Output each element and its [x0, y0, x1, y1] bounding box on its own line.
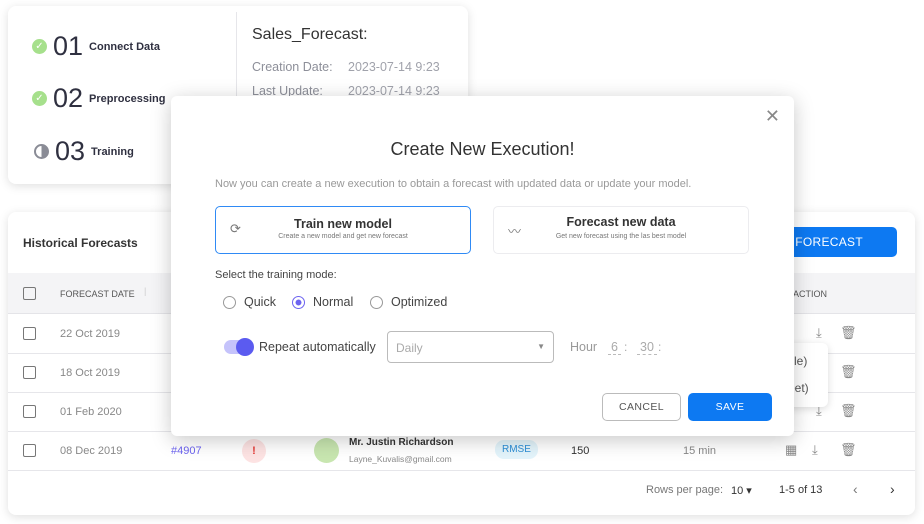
- table-row[interactable]: 08 Dec 2019 #4907 ! Mr. Justin Richardso…: [8, 432, 915, 471]
- hour-input[interactable]: 6: [608, 340, 621, 355]
- user-name: Mr. Justin Richardson: [349, 437, 454, 448]
- check-circle-icon: ✓: [32, 39, 47, 54]
- row-checkbox[interactable]: [23, 405, 36, 418]
- row-date: 08 Dec 2019: [60, 445, 123, 457]
- option-title: Train new model: [294, 217, 392, 231]
- create-execution-modal: ✕ Create New Execution! Now you can crea…: [171, 96, 794, 436]
- metric-badge: RMSE: [495, 440, 538, 459]
- download-icon[interactable]: ⤓: [812, 442, 818, 458]
- row-date: 01 Feb 2020: [60, 406, 122, 418]
- row-checkbox[interactable]: [23, 327, 36, 340]
- project-title: Sales_Forecast:: [252, 26, 368, 43]
- creation-label: Creation Date:: [252, 60, 333, 74]
- prev-page-icon[interactable]: ‹: [853, 481, 858, 497]
- row-date: 22 Oct 2019: [60, 328, 120, 340]
- user-email: Layne_Kuvalis@gmail.com: [349, 454, 452, 464]
- option-title: Forecast new data: [566, 215, 676, 229]
- step-number: 02: [53, 83, 84, 113]
- option-subtitle: Create a new model and get new forecast: [278, 233, 408, 240]
- radio-optimized[interactable]: Optimized: [370, 295, 447, 309]
- trash-icon[interactable]: 🗑: [840, 364, 857, 380]
- step-connect-data: ✓ 01 Connect Data: [32, 31, 160, 62]
- error-icon: !: [242, 439, 266, 463]
- minute-input[interactable]: 30: [637, 340, 657, 355]
- hour-label: Hour: [570, 340, 598, 354]
- repeat-label: Repeat automatically: [259, 340, 376, 354]
- radio-quick[interactable]: Quick: [223, 295, 276, 309]
- check-circle-icon: ✓: [32, 91, 47, 106]
- row-duration: 15 min: [683, 445, 717, 457]
- save-button[interactable]: SAVE: [688, 393, 772, 421]
- cancel-button[interactable]: CANCEL: [602, 393, 681, 421]
- step-number: 01: [53, 31, 84, 61]
- radio-normal[interactable]: Normal: [292, 295, 353, 309]
- step-training: 03 Training: [34, 136, 134, 167]
- rows-per-page-select[interactable]: 10 ▾: [731, 484, 752, 497]
- step-label: Preprocessing: [89, 92, 166, 105]
- training-mode-label: Select the training mode:: [215, 269, 337, 281]
- creation-date: Creation Date: 2023-07-14 9:23: [252, 60, 440, 74]
- col-forecast-date[interactable]: FORECAST DATE: [60, 289, 135, 299]
- rows-per-page-value: 10: [731, 485, 744, 497]
- step-label: Connect Data: [89, 40, 160, 53]
- row-checkbox[interactable]: [23, 366, 36, 379]
- avatar: [314, 438, 339, 463]
- rows-per-page-label: Rows per page:: [646, 484, 724, 496]
- caret-down-icon: ▼: [537, 342, 545, 351]
- step-preprocessing: ✓ 02 Preprocessing: [32, 83, 165, 114]
- download-icon[interactable]: ⤓: [816, 325, 822, 341]
- radio-label: Normal: [313, 295, 354, 309]
- creation-value: 2023-07-14 9:23: [348, 60, 440, 74]
- trash-icon[interactable]: 🗑: [840, 442, 857, 458]
- table-title: Historical Forecasts: [23, 236, 138, 250]
- modal-description: Now you can create a new execution to ob…: [215, 178, 692, 190]
- row-checkbox[interactable]: [23, 444, 36, 457]
- trash-icon[interactable]: 🗑: [840, 403, 857, 419]
- frequency-value: Daily: [396, 341, 423, 355]
- row-id-link[interactable]: #4907: [171, 445, 202, 457]
- forecast-new-data-option[interactable]: 〰 Forecast new data Get new forecast using…: [493, 206, 749, 254]
- modal-title: Create New Execution!: [390, 139, 575, 159]
- train-new-model-option[interactable]: ⟳ Train new model Create a new model and g…: [215, 206, 471, 254]
- next-page-icon[interactable]: ›: [890, 481, 895, 497]
- step-label: Training: [91, 145, 134, 158]
- radio-checked-icon: [292, 295, 305, 309]
- chart-icon[interactable]: ▦: [785, 442, 797, 458]
- option-subtitle: Get new forecast using the las best mode…: [555, 233, 687, 240]
- col-action: ACTION: [793, 289, 828, 299]
- step-number: 03: [55, 136, 86, 166]
- radio-icon: [223, 295, 236, 309]
- radio-label: Quick: [244, 295, 276, 309]
- row-date: 18 Oct 2019: [60, 367, 120, 379]
- radio-icon: [370, 295, 383, 309]
- repeat-toggle[interactable]: [224, 338, 254, 356]
- row-value: 150: [571, 445, 590, 457]
- close-icon[interactable]: ✕: [765, 106, 780, 127]
- select-all-checkbox[interactable]: [23, 287, 36, 300]
- radio-label: Optimized: [391, 295, 448, 309]
- page-range: 1-5 of 13: [779, 484, 823, 496]
- trash-icon[interactable]: 🗑: [840, 325, 857, 341]
- progress-icon: [34, 144, 49, 159]
- frequency-select[interactable]: Daily ▼: [387, 331, 554, 363]
